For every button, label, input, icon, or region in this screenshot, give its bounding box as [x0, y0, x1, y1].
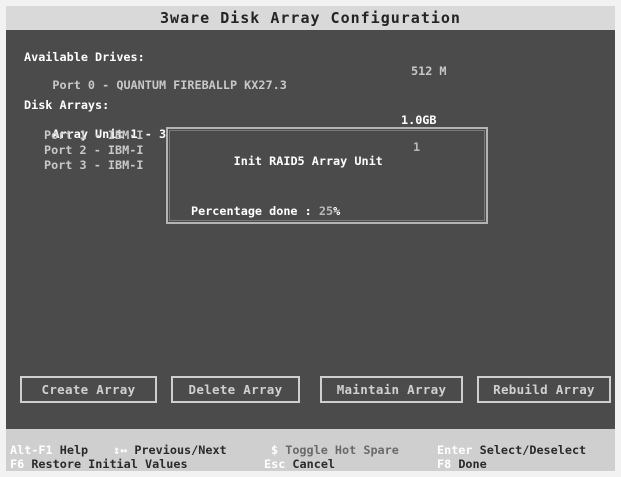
select-deselect-label: Select/Deselect — [479, 443, 587, 457]
page-title: 3ware Disk Array Configuration — [6, 6, 615, 30]
key-help-bar: Alt-F1 Help ↕↔ Previous/Next $ Toggle Ho… — [6, 429, 615, 471]
disk-arrays-heading: Disk Arrays: — [24, 98, 110, 112]
create-array-button[interactable]: Create Array — [20, 376, 157, 403]
maintain-array-button[interactable]: Maintain Array — [320, 376, 463, 403]
done-hint[interactable]: F8 Done — [437, 457, 487, 471]
enter-key: Enter — [437, 443, 473, 457]
dollar-key: $ — [271, 443, 279, 457]
dialog-title: Init RAID5 Array Unit — [191, 140, 383, 182]
percent-sign: % — [333, 204, 341, 218]
alt-f1-key: Alt-F1 — [10, 443, 53, 457]
f6-key: F6 — [10, 457, 25, 471]
array-port-row[interactable]: Port 2 - IBM-I — [44, 143, 143, 157]
toggle-hot-spare-hint[interactable]: $ Toggle Hot Spare — [271, 443, 399, 457]
dialog-title-text: Init RAID5 Array Unit — [233, 154, 383, 168]
array-unit-size: 1.0GB — [401, 113, 437, 127]
progress-label: Percentage done : — [191, 204, 312, 218]
done-label: Done — [458, 457, 487, 471]
bios-screen: 3ware Disk Array Configuration Available… — [6, 6, 615, 471]
f8-key: F8 — [437, 457, 452, 471]
delete-array-button[interactable]: Delete Array — [171, 376, 300, 403]
esc-key: Esc — [264, 457, 286, 471]
rebuild-array-button[interactable]: Rebuild Array — [477, 376, 611, 403]
progress-percent: 25 — [318, 204, 334, 218]
navigation-hint: ↕↔ Previous/Next — [113, 443, 227, 457]
toggle-hot-spare-label: Toggle Hot Spare — [285, 443, 399, 457]
arrow-keys-icon: ↕↔ — [113, 443, 128, 457]
cancel-hint[interactable]: Esc Cancel — [264, 457, 335, 471]
help-label: Help — [59, 443, 89, 457]
enter-hint[interactable]: Enter Select/Deselect — [437, 443, 586, 457]
restore-hint[interactable]: F6 Restore Initial Values — [10, 457, 188, 471]
dialog-unit-number: 1 — [413, 140, 421, 154]
available-drive-size: 512 M — [411, 64, 447, 78]
available-drive-name: Port 0 - QUANTUM FIREBALLP KX27.3 — [52, 78, 287, 92]
previous-next-label: Previous/Next — [134, 443, 227, 457]
progress-row: Percentage done : 25% — [191, 204, 340, 218]
array-port-row[interactable]: Port 3 - IBM-I — [44, 158, 143, 172]
init-progress-dialog: Init RAID5 Array Unit 1 Percentage done … — [166, 127, 488, 224]
help-hint[interactable]: Alt-F1 Help — [10, 443, 88, 457]
restore-label: Restore Initial Values — [31, 457, 188, 471]
cancel-label: Cancel — [292, 457, 336, 471]
array-port-row[interactable]: Port 1 - IBM-I — [44, 128, 143, 142]
available-drives-heading: Available Drives: — [24, 50, 145, 64]
